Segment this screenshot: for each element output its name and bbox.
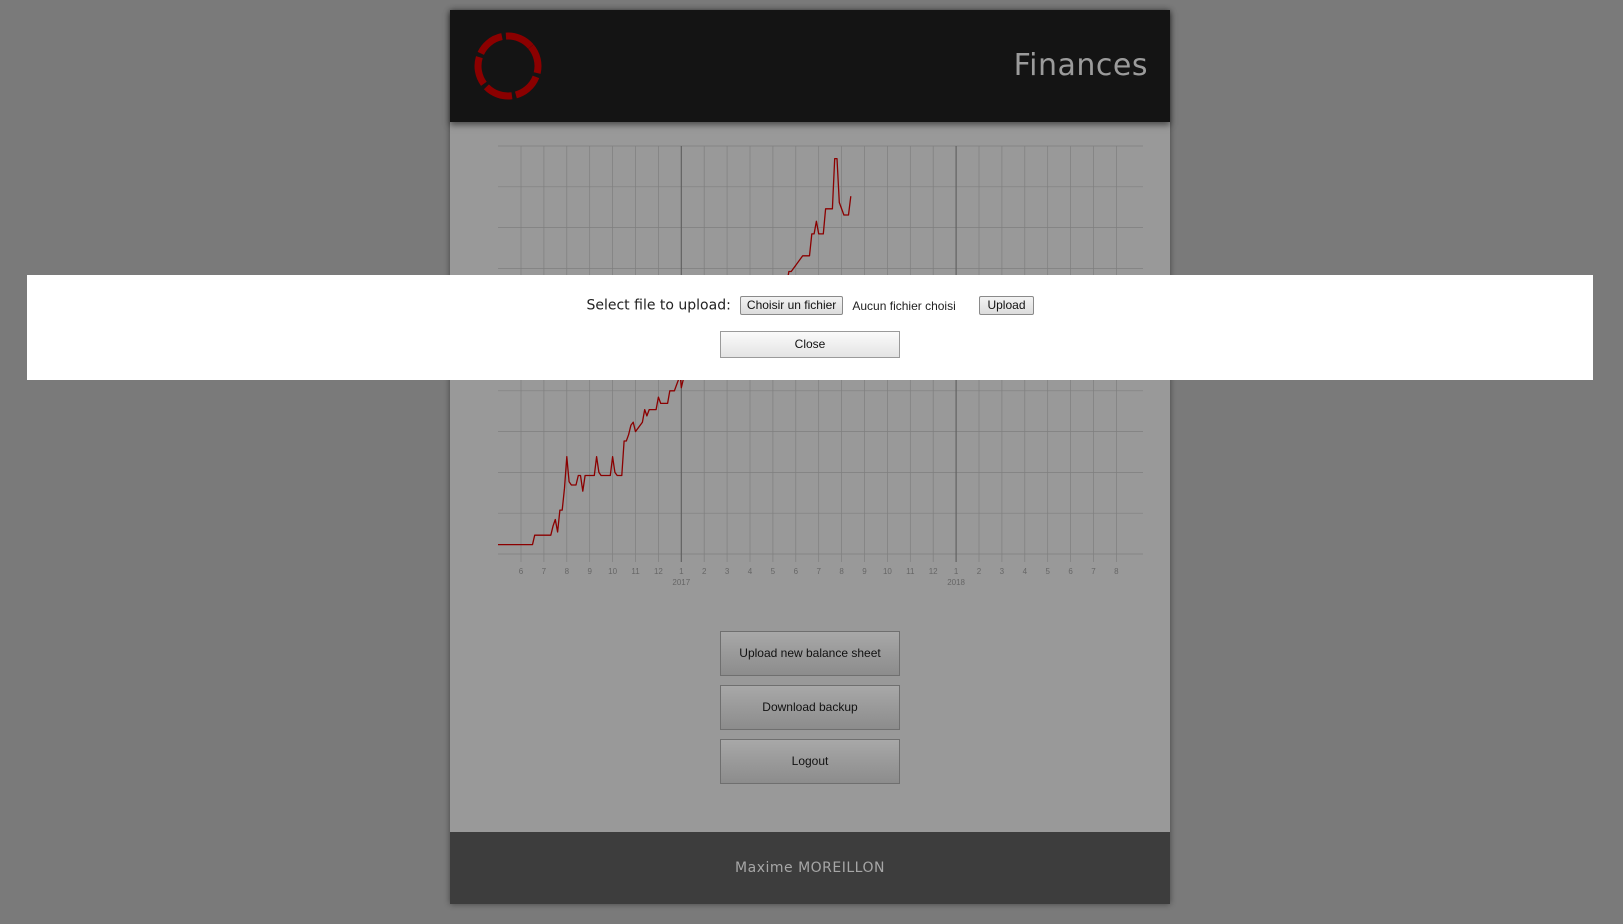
file-status-text: Aucun fichier choisi — [852, 298, 956, 313]
page: Finances 6 7 8 9 10 11 12 1 2 3 4 5 6 7 8 9 10 11 12 1 2 3 4 5 6… — [0, 0, 1623, 924]
x-tick-label: 4 — [748, 567, 753, 576]
upload-submit-button[interactable]: Upload — [979, 296, 1034, 315]
x-tick-label: 10 — [883, 567, 892, 576]
x-tick-label: 6 — [519, 567, 524, 576]
x-tick-label: 8 — [839, 567, 844, 576]
footer: Maxime MOREILLON — [450, 832, 1170, 904]
year-label: 2018 — [947, 578, 965, 587]
x-tick-label: 1 — [679, 567, 684, 576]
x-tick-label: 9 — [862, 567, 867, 576]
choose-file-button[interactable]: Choisir un fichier — [739, 296, 844, 315]
x-tick-label: 9 — [587, 567, 592, 576]
year-label: 2017 — [672, 578, 690, 587]
footer-author: Maxime MOREILLON — [735, 860, 885, 876]
upload-modal: Select file to upload: Choisir un fichie… — [27, 275, 1593, 380]
ring-logo-icon — [474, 32, 542, 100]
x-tick-label: 4 — [1023, 567, 1028, 576]
x-tick-label: 6 — [794, 567, 799, 576]
upload-form-row: Select file to upload: Choisir un fichie… — [27, 293, 1593, 317]
x-tick-label: 8 — [1114, 567, 1119, 576]
x-tick-label: 7 — [542, 567, 547, 576]
x-tick-label: 1 — [954, 567, 959, 576]
page-title: Finances — [1013, 48, 1148, 83]
upload-label: Select file to upload: — [586, 297, 731, 314]
header: Finances — [450, 10, 1170, 122]
x-tick-label: 12 — [929, 567, 938, 576]
x-tick-label: 3 — [1000, 567, 1005, 576]
x-tick-label: 8 — [565, 567, 570, 576]
x-tick-label: 5 — [771, 567, 776, 576]
x-tick-label: 2 — [977, 567, 982, 576]
x-tick-label: 6 — [1068, 567, 1073, 576]
logout-button[interactable]: Logout — [720, 739, 900, 784]
upload-balance-sheet-button[interactable]: Upload new balance sheet — [720, 631, 900, 676]
x-tick-label: 3 — [725, 567, 730, 576]
main-card: Finances 6 7 8 9 10 11 12 1 2 3 4 5 6 7 8 9 10 11 12 1 2 3 4 5 6… — [450, 10, 1170, 904]
x-tick-label: 11 — [906, 567, 915, 576]
x-tick-label: 5 — [1045, 567, 1050, 576]
x-tick-label: 10 — [608, 567, 617, 576]
x-tick-label: 11 — [631, 567, 640, 576]
close-button[interactable]: Close — [720, 331, 900, 358]
x-tick-label: 12 — [654, 567, 663, 576]
x-tick-label: 7 — [1091, 567, 1096, 576]
x-tick-label: 2 — [702, 567, 707, 576]
x-tick-label: 7 — [816, 567, 821, 576]
download-backup-button[interactable]: Download backup — [720, 685, 900, 730]
